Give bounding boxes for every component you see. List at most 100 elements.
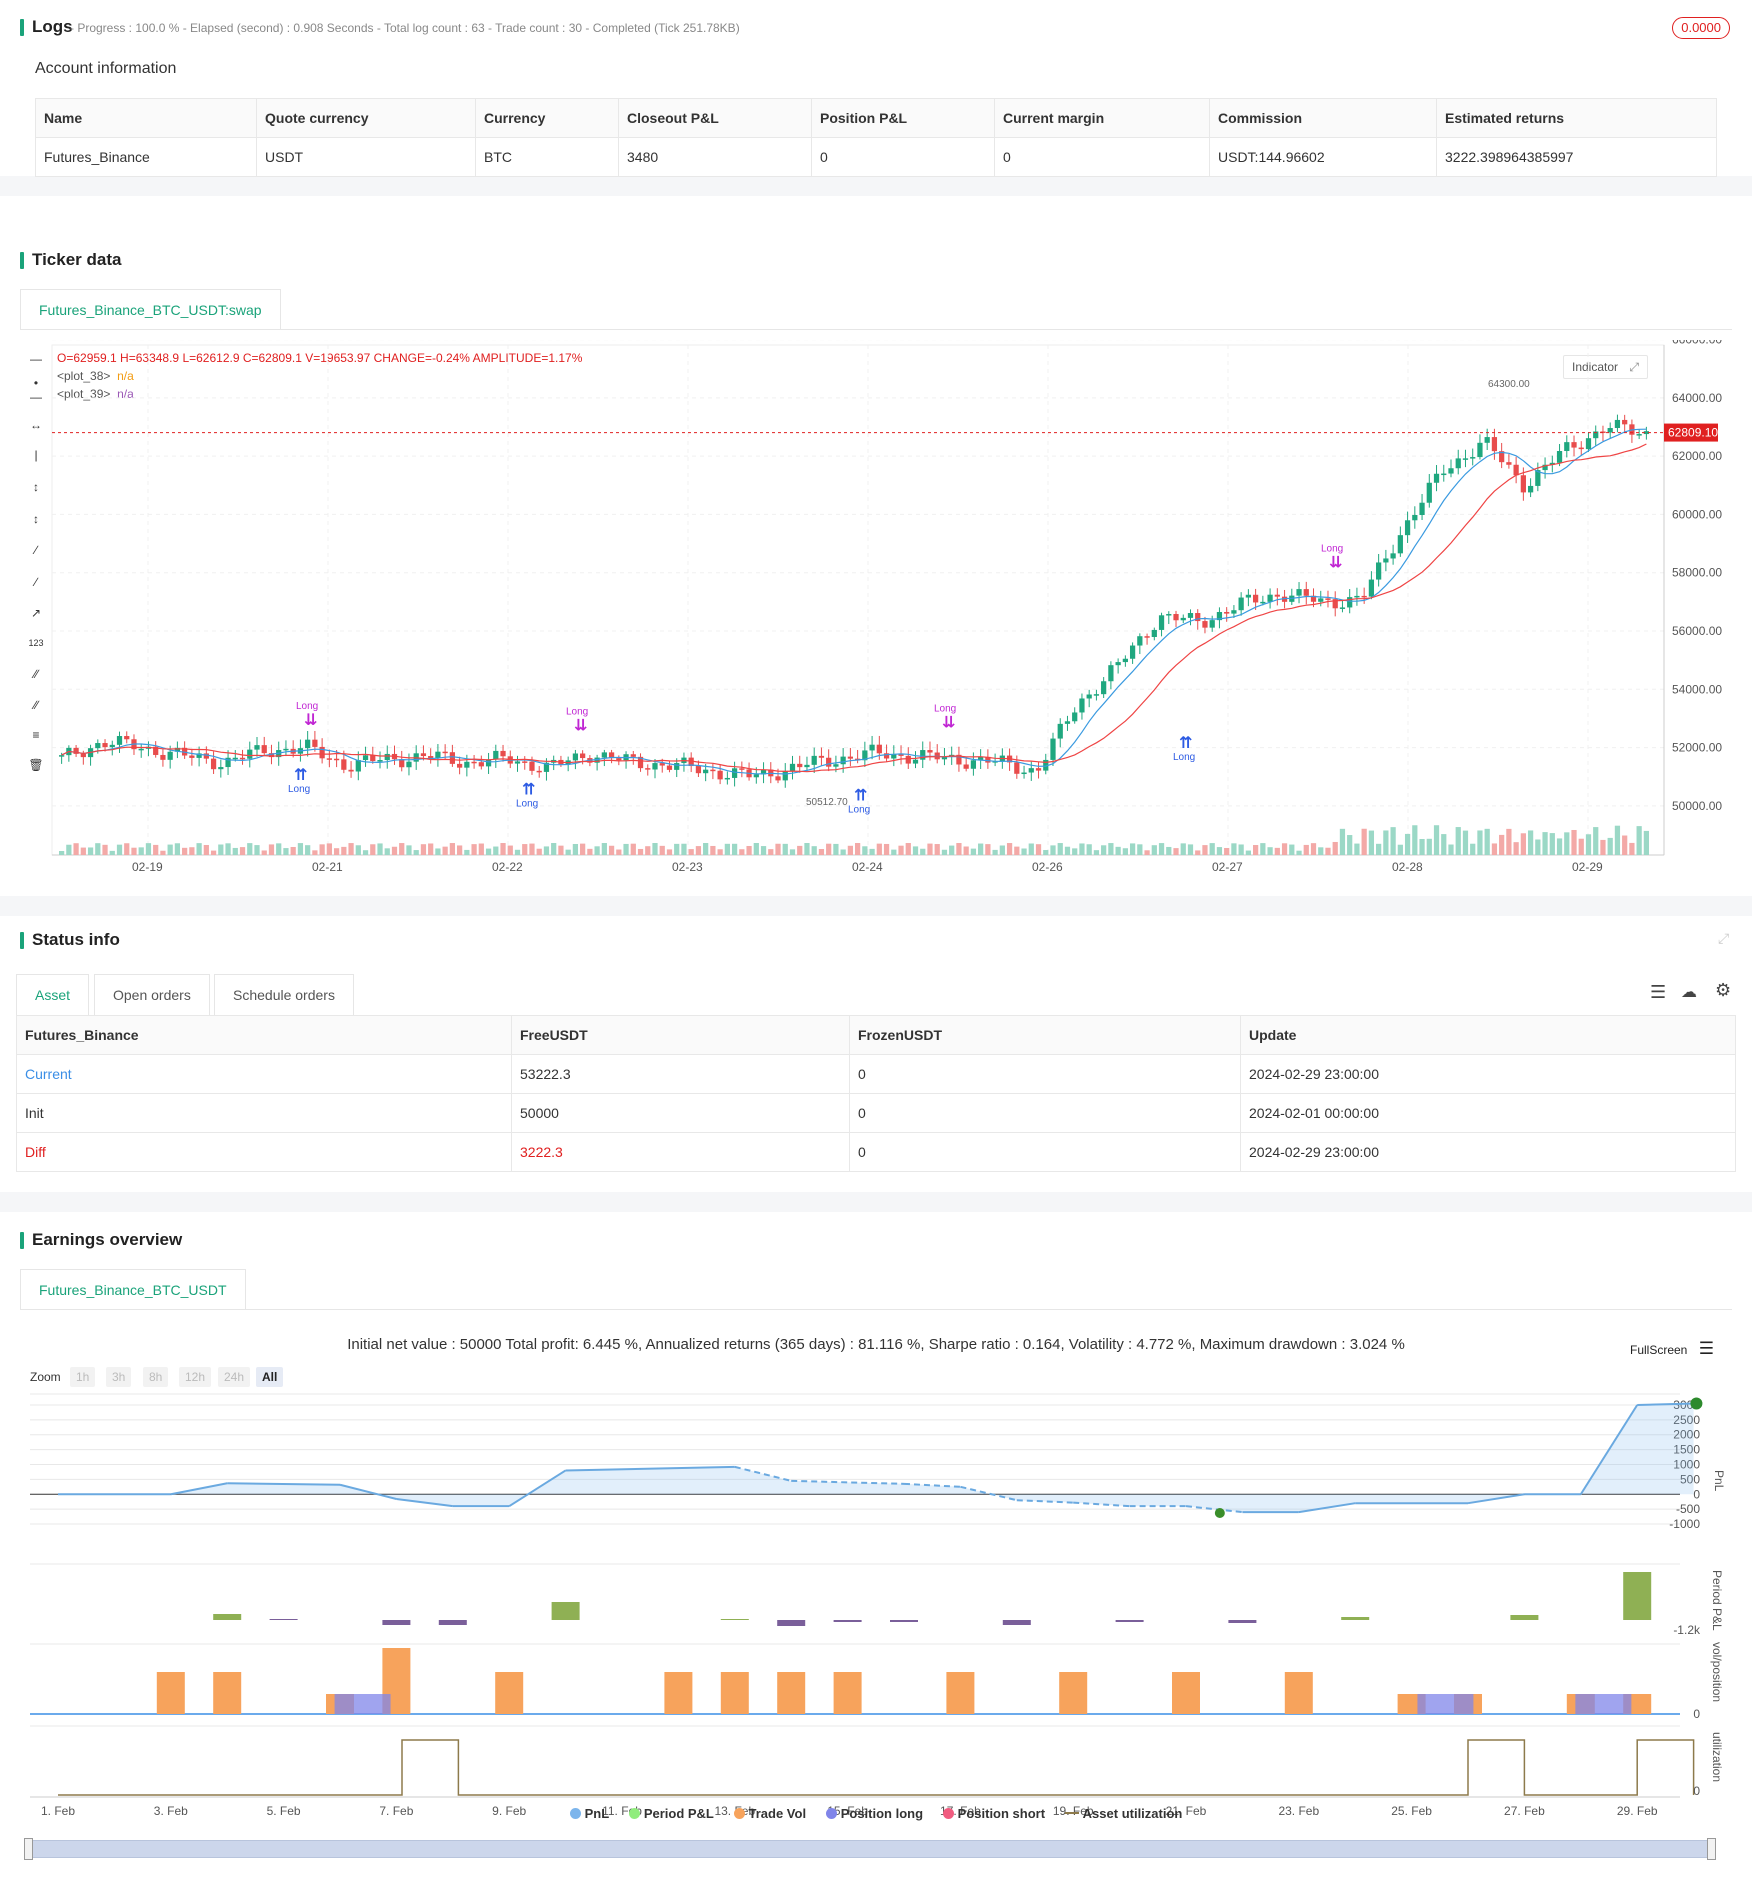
candle-body [1115, 662, 1121, 666]
volume-bar [362, 850, 369, 855]
legend-pnl[interactable]: PnL [569, 1806, 609, 1821]
volume-bar [247, 843, 253, 855]
legend-position-short[interactable]: Position short [942, 1806, 1045, 1821]
tab-ticker-symbol[interactable]: Futures_Binance_BTC_USDT:swap [20, 289, 281, 330]
menu-icon[interactable]: ☰ [1699, 1339, 1714, 1358]
candle-body [1325, 598, 1331, 600]
period-pnl-bar [1228, 1620, 1257, 1623]
candlestick-chart[interactable]: 50000.00 52000.00 54000.00 56000.00 58000.00… [0, 340, 1752, 900]
volume-bar [1556, 838, 1563, 855]
axis-title: Period P&L [1710, 1570, 1724, 1631]
volume-bar [681, 843, 687, 855]
volume-bar [1404, 833, 1411, 855]
volume-bar [1144, 850, 1150, 855]
candle-body [1470, 457, 1476, 459]
volume-bar [174, 843, 181, 855]
fullscreen-button[interactable]: FullScreen ☰ [1630, 1339, 1714, 1359]
tab-asset[interactable]: Asset [16, 974, 90, 1015]
cell: 2024-02-29 23:00:00 [1240, 1132, 1736, 1172]
candle-body [1144, 636, 1150, 638]
navigator-bar[interactable] [28, 1840, 1712, 1858]
candle-body [1614, 419, 1621, 429]
zoom-8h[interactable]: 8h [143, 1367, 169, 1387]
period-pnl-bar [551, 1602, 580, 1620]
collapse-icon[interactable]: ⤢ [1718, 930, 1729, 947]
candle-body [811, 755, 817, 765]
volume-bar [616, 849, 622, 855]
candle-body [319, 746, 325, 759]
zoom-3h[interactable]: 3h [106, 1367, 132, 1387]
volume-bar [760, 846, 767, 855]
volume-bar [855, 843, 861, 855]
zoom-12h[interactable]: 12h [179, 1367, 212, 1387]
candle-body [847, 756, 853, 759]
candle-body [1636, 434, 1642, 436]
volume-bar [1368, 830, 1375, 855]
volume-bar [580, 843, 586, 855]
volume-bar [1021, 848, 1027, 855]
close-arrow-icon: ⇊ [1329, 552, 1342, 571]
zoom-1h[interactable]: 1h [70, 1367, 96, 1387]
candle-body [1187, 613, 1194, 618]
volume-bar [1202, 845, 1208, 855]
navigator-handle-right[interactable] [1707, 1838, 1716, 1860]
candle-body [1390, 553, 1396, 559]
volume-bar [239, 847, 246, 855]
volume-bar [949, 845, 955, 855]
zoom-24h[interactable]: 24h [218, 1367, 251, 1387]
list-icon[interactable]: ☰ [1650, 982, 1666, 1003]
candle-body [1296, 589, 1302, 596]
candle-body [1245, 594, 1251, 598]
gear-icon[interactable]: ⚙ [1715, 980, 1731, 1001]
candle-body [457, 763, 463, 768]
volume-bar [1187, 844, 1194, 855]
volume-bar [978, 843, 984, 855]
period-pnl-bar [1115, 1620, 1144, 1622]
candle-body [652, 763, 658, 770]
volume-bar [1462, 830, 1469, 855]
tab-open-orders[interactable]: Open orders [94, 974, 210, 1015]
earnings-legend: PnL Period P&L Trade Vol Position long P… [0, 1806, 1752, 1821]
candle-body [912, 759, 919, 764]
legend-asset-utilization[interactable]: Asset utilization [1064, 1806, 1182, 1821]
col-currency: Currency [475, 98, 619, 138]
candle-body [1129, 645, 1136, 659]
volume-bar [1289, 844, 1295, 855]
legend-period-pnl[interactable]: Period P&L [628, 1806, 714, 1821]
candle-body [717, 770, 723, 780]
y-tick-label: 62000.00 [1672, 449, 1722, 463]
zoom-all[interactable]: All [256, 1367, 284, 1387]
candle-body [1506, 462, 1512, 465]
y-tick-label: 54000.00 [1672, 682, 1722, 696]
position-long-bar [1417, 1694, 1474, 1714]
logs-badge[interactable]: 0.0000 [1672, 17, 1730, 39]
candle-body [478, 762, 484, 767]
period-pnl-bar [269, 1619, 298, 1620]
volume-bar [710, 845, 716, 855]
candle-body [1383, 558, 1389, 563]
legend-position-long[interactable]: Position long [825, 1806, 923, 1821]
candle-body [840, 756, 846, 765]
volume-bar [283, 848, 289, 855]
cell: 3222.398964385997 [1436, 137, 1717, 177]
x-tick-label: 02-23 [672, 860, 703, 874]
utilization-line [58, 1739, 1695, 1796]
legend-trade-vol[interactable]: Trade Vol [733, 1806, 806, 1821]
candle-body [1354, 595, 1360, 598]
volume-bar [500, 843, 506, 855]
navigator-handle-left[interactable] [24, 1838, 33, 1860]
account-title: Account information [35, 60, 177, 77]
tab-schedule-orders[interactable]: Schedule orders [214, 974, 354, 1015]
volume-bar [1542, 832, 1548, 855]
volume-bar [963, 846, 969, 855]
volume-bar [1108, 843, 1114, 855]
candle-body [449, 752, 455, 764]
volume-bar [1274, 847, 1280, 855]
tab-earnings-symbol[interactable]: Futures_Binance_BTC_USDT [20, 1269, 246, 1310]
col-exchange: Futures_Binance [16, 1015, 512, 1055]
cloud-download-icon[interactable]: ☁ [1681, 982, 1697, 1002]
cell: 0 [849, 1132, 1241, 1172]
candle-body [1122, 658, 1128, 663]
volume-bar [753, 843, 759, 855]
volume-bar [688, 849, 694, 855]
